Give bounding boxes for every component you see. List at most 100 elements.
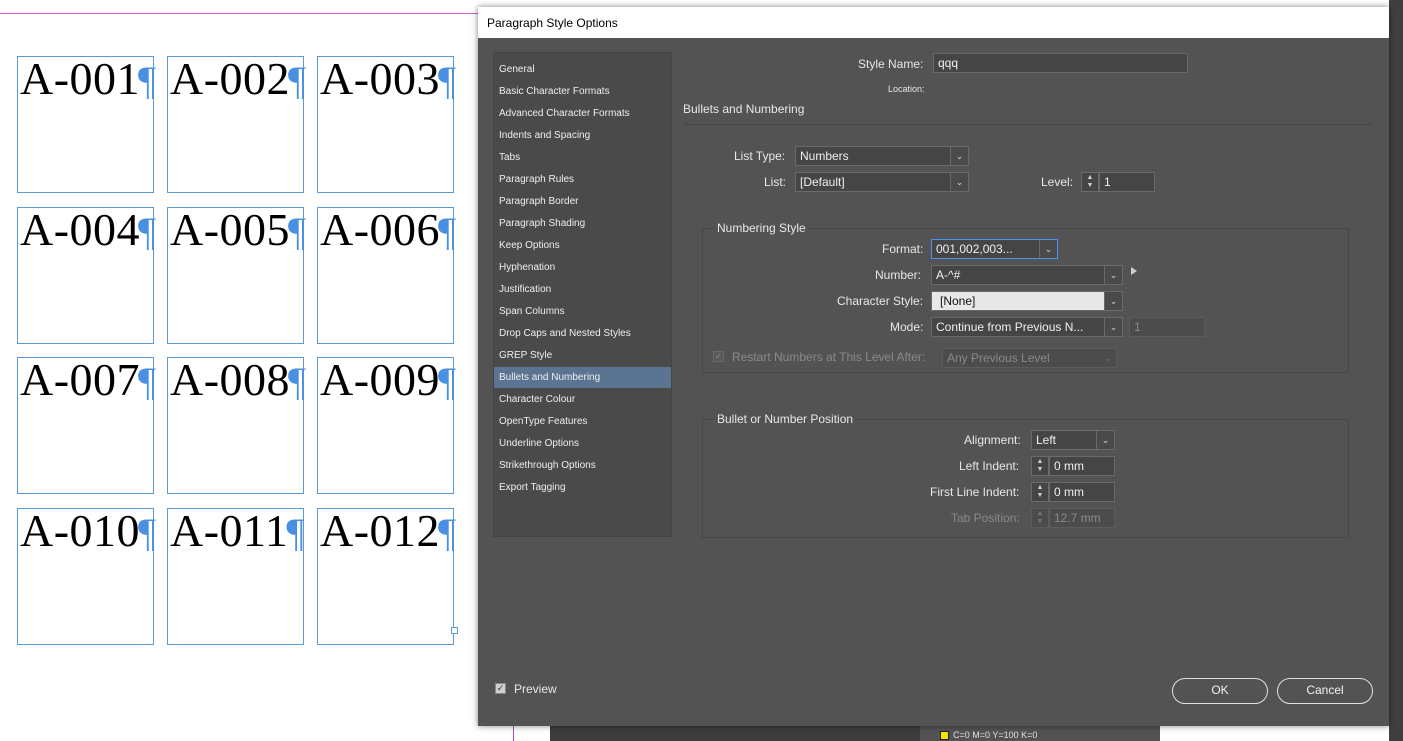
frame-text: A-004 — [20, 204, 141, 255]
chevron-down-icon: ⌄ — [1104, 318, 1122, 336]
text-frame[interactable]: A-006¶ — [317, 204, 457, 344]
section-heading: Bullets and Numbering — [683, 102, 805, 116]
chevron-down-icon: ⌄ — [1096, 431, 1114, 449]
pilcrow-icon: ¶ — [438, 209, 457, 254]
number-label: Number: — [875, 268, 922, 282]
category-item[interactable]: GREP Style — [494, 345, 671, 366]
swatch-color-icon — [940, 730, 949, 740]
chevron-down-icon: ⌄ — [1039, 240, 1057, 258]
position-title: Bullet or Number Position — [715, 412, 856, 426]
category-item[interactable]: Strikethrough Options — [494, 455, 671, 476]
frame-handle-icon[interactable] — [451, 627, 458, 634]
category-item[interactable]: Drop Caps and Nested Styles — [494, 323, 671, 344]
category-item[interactable]: General — [494, 59, 671, 80]
category-item-selected[interactable]: Bullets and Numbering — [494, 367, 671, 388]
category-item[interactable]: Paragraph Border — [494, 191, 671, 212]
category-item[interactable]: Span Columns — [494, 301, 671, 322]
category-list: General Basic Character Formats Advanced… — [493, 52, 672, 537]
chevron-down-icon: ⌄ — [950, 147, 968, 165]
pilcrow-icon: ¶ — [438, 510, 457, 555]
left-indent-label: Left Indent: — [959, 459, 1020, 473]
category-item[interactable]: Basic Character Formats — [494, 81, 671, 102]
alignment-select[interactable]: Left ⌄ — [1031, 430, 1115, 450]
text-frame[interactable]: A-012¶ — [317, 505, 457, 645]
position-group — [702, 419, 1349, 538]
pilcrow-icon: ¶ — [438, 58, 457, 103]
insert-special-character-icon[interactable] — [1131, 267, 1137, 275]
cancel-button[interactable]: Cancel — [1277, 678, 1373, 704]
pilcrow-icon: ¶ — [286, 510, 305, 555]
text-frame[interactable]: A-007¶ — [17, 354, 157, 494]
list-type-select[interactable]: Numbers ⌄ — [795, 146, 969, 166]
frame-text: A-005 — [170, 204, 291, 255]
frame-text: A-010 — [20, 505, 141, 556]
text-frame[interactable]: A-005¶ — [167, 204, 307, 344]
format-label: Format: — [882, 242, 924, 256]
style-name-label: Style Name: — [858, 57, 924, 71]
text-frame[interactable]: A-002¶ — [167, 53, 306, 193]
mode-value: Continue from Previous N... — [936, 320, 1084, 334]
restart-checkbox[interactable]: ✓ — [713, 351, 724, 362]
divider — [683, 124, 1373, 125]
pilcrow-icon: ¶ — [138, 58, 157, 103]
number-value: A-^# — [936, 268, 961, 282]
chevron-down-icon: ⌄ — [950, 173, 968, 191]
text-frame[interactable]: A-009¶ — [317, 354, 456, 494]
style-name-input[interactable]: qqq — [933, 53, 1188, 73]
category-item[interactable]: Paragraph Rules — [494, 169, 671, 190]
list-type-label: List Type: — [734, 149, 786, 163]
frame-text: A-011 — [170, 505, 289, 556]
frame-text: A-002 — [170, 53, 291, 104]
text-frame[interactable]: A-010¶ — [17, 505, 157, 645]
category-item[interactable]: Paragraph Shading — [494, 213, 671, 234]
tab-position-input[interactable]: 12.7 mm — [1049, 508, 1115, 528]
bg-pasteboard — [550, 726, 920, 741]
alignment-value: Left — [1036, 433, 1057, 447]
category-item[interactable]: Tabs — [494, 147, 671, 168]
frame-text: A-009 — [320, 354, 441, 405]
character-style-label: Character Style: — [837, 294, 924, 308]
category-item[interactable]: Hyphenation — [494, 257, 671, 278]
left-indent-stepper-icon[interactable]: ▲ ▼ — [1031, 456, 1049, 476]
character-style-select[interactable]: [None] ⌄ — [931, 291, 1123, 311]
preview-checkbox[interactable]: ✓ — [495, 683, 506, 694]
first-line-indent-stepper-icon[interactable]: ▲ ▼ — [1031, 482, 1049, 502]
category-item[interactable]: Advanced Character Formats — [494, 103, 671, 124]
pilcrow-icon: ¶ — [138, 209, 157, 254]
text-frame[interactable]: A-011¶ — [167, 505, 305, 645]
category-item[interactable]: Character Colour — [494, 389, 671, 410]
tab-position-stepper-icon[interactable]: ▲ ▼ — [1031, 508, 1049, 528]
text-frame[interactable]: A-008¶ — [167, 354, 306, 494]
pilcrow-icon: ¶ — [138, 359, 157, 404]
mode-start-input[interactable]: 1 — [1129, 317, 1205, 337]
category-item[interactable]: Export Tagging — [494, 477, 671, 498]
list-value: [Default] — [800, 175, 845, 189]
alignment-label: Alignment: — [964, 433, 1021, 447]
dialog-title: Paragraph Style Options — [487, 16, 618, 30]
category-item[interactable]: Keep Options — [494, 235, 671, 256]
restart-level-value: Any Previous Level — [947, 351, 1050, 365]
category-item[interactable]: OpenType Features — [494, 411, 671, 432]
number-input[interactable]: A-^# ⌄ — [931, 265, 1123, 285]
category-item[interactable]: Underline Options — [494, 433, 671, 454]
text-frame[interactable]: A-001¶ — [17, 53, 157, 193]
first-line-indent-input[interactable]: 0 mm — [1049, 482, 1115, 502]
format-select[interactable]: 001,002,003... ⌄ — [931, 239, 1058, 259]
restart-level-select[interactable]: Any Previous Level ⌄ — [942, 348, 1117, 368]
pilcrow-icon: ¶ — [288, 209, 307, 254]
list-select[interactable]: [Default] ⌄ — [795, 172, 969, 192]
pilcrow-icon: ¶ — [138, 510, 157, 555]
restart-label: Restart Numbers at This Level After: — [732, 350, 926, 364]
category-item[interactable]: Justification — [494, 279, 671, 300]
level-input[interactable]: 1 — [1099, 172, 1155, 192]
mode-select[interactable]: Continue from Previous N... ⌄ — [931, 317, 1123, 337]
dialog-titlebar[interactable]: Paragraph Style Options — [478, 7, 1389, 38]
left-indent-input[interactable]: 0 mm — [1049, 456, 1115, 476]
ok-button[interactable]: OK — [1172, 678, 1268, 704]
level-stepper-icon[interactable]: ▲ ▼ — [1081, 172, 1099, 192]
category-item[interactable]: Indents and Spacing — [494, 125, 671, 146]
text-frame[interactable]: A-003¶ — [317, 53, 457, 193]
bg-right-panel — [1389, 0, 1403, 741]
text-frame[interactable]: A-004¶ — [17, 204, 157, 344]
numbering-style-title: Numbering Style — [715, 221, 808, 235]
